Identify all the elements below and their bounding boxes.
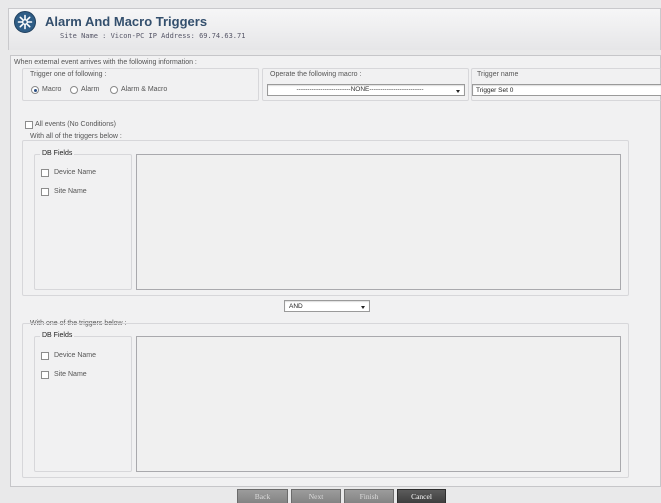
chevron-down-icon — [456, 89, 460, 93]
radio-macro[interactable] — [31, 86, 39, 94]
all-events-label: All events (No Conditions) — [35, 121, 116, 128]
gear-logo-icon — [14, 11, 36, 33]
radio-alarm[interactable] — [70, 86, 78, 94]
page-title: Alarm And Macro Triggers — [45, 14, 208, 29]
chevron-down-icon — [361, 305, 365, 309]
next-button[interactable]: Next — [291, 489, 341, 503]
site-name-label-all: Site Name — [54, 188, 87, 195]
macro-select-value: -------------------------NONE-----------… — [296, 86, 424, 93]
combinator-value: AND — [289, 303, 303, 310]
device-name-label-all: Device Name — [54, 169, 97, 176]
all-events-checkbox[interactable] — [25, 121, 33, 129]
trigger-name-label: Trigger name — [477, 71, 519, 78]
site-name-checkbox-all[interactable] — [41, 188, 49, 196]
db-fields-legend-one: DB Fields — [40, 332, 75, 339]
finish-button[interactable]: Finish — [344, 489, 394, 503]
trigger-name-value: Trigger Set 0 — [476, 87, 514, 94]
site-name-checkbox-one[interactable] — [41, 371, 49, 379]
macro-select[interactable]: -------------------------NONE-----------… — [267, 84, 465, 96]
trigger-name-input[interactable]: Trigger Set 0 — [472, 84, 661, 96]
trigger-type-legend: Trigger one of following : — [30, 71, 107, 78]
radio-alarm-macro-label: Alarm & Macro — [121, 86, 168, 93]
radio-macro-label: Macro — [42, 86, 62, 93]
site-info: Site Name : Vicon-PC IP Address: 69.74.6… — [60, 32, 246, 40]
all-triggers-legend: With all of the triggers below : — [30, 133, 122, 140]
intro-label: When external event arrives with the fol… — [14, 59, 197, 66]
combinator-select[interactable]: AND — [284, 300, 370, 312]
cancel-button[interactable]: Cancel — [397, 489, 446, 503]
macro-label: Operate the following macro : — [270, 71, 362, 78]
back-button[interactable]: Back — [237, 489, 288, 503]
db-fields-legend-all: DB Fields — [40, 150, 75, 157]
device-name-checkbox-one[interactable] — [41, 352, 49, 360]
radio-alarm-macro[interactable] — [110, 86, 118, 94]
device-name-checkbox-all[interactable] — [41, 169, 49, 177]
site-name-label-one: Site Name — [54, 371, 87, 378]
all-triggers-list[interactable] — [136, 154, 621, 290]
gear-icon — [17, 14, 33, 30]
one-triggers-list[interactable] — [136, 336, 621, 472]
device-name-label-one: Device Name — [54, 352, 97, 359]
radio-alarm-label: Alarm — [81, 86, 100, 93]
